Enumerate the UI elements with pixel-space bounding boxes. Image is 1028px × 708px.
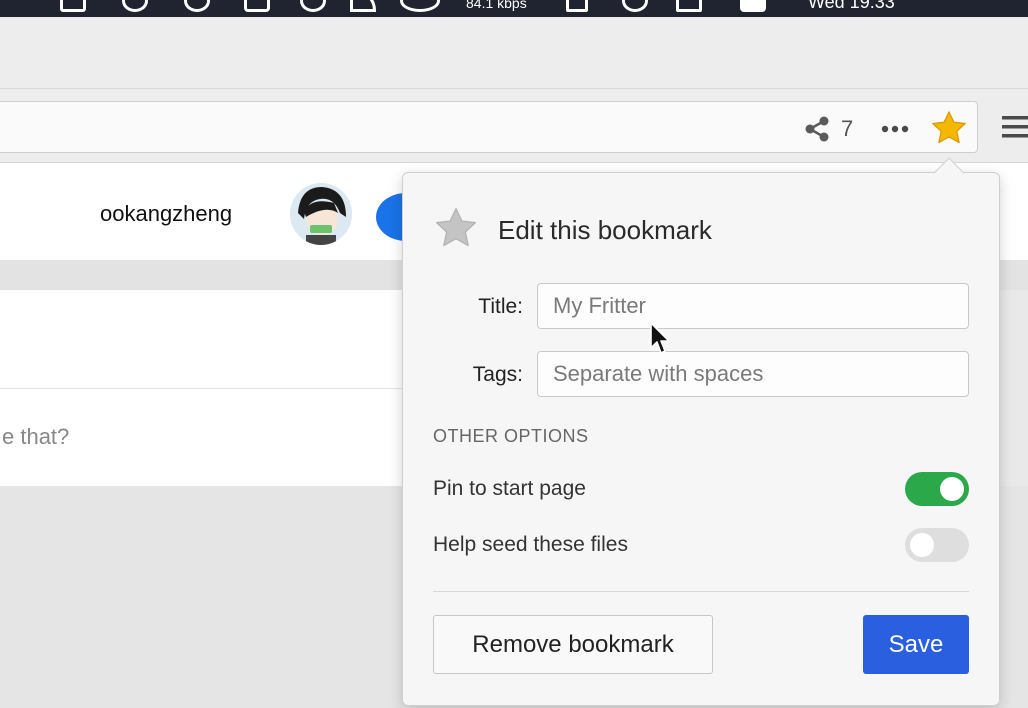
hamburger-menu-icon[interactable] [1002, 113, 1028, 141]
title-input[interactable] [537, 283, 969, 329]
share-count[interactable]: 7 [841, 116, 853, 142]
browser-toolbar: 7 [0, 89, 1028, 163]
popup-title: Edit this bookmark [498, 215, 712, 245]
title-label: Title: [478, 295, 523, 318]
share-icon[interactable] [803, 115, 831, 143]
tags-label: Tags: [472, 363, 523, 386]
browser-titlebar [0, 17, 1028, 89]
clock-icon[interactable] [184, 0, 210, 12]
pin-option-label: Pin to start page [433, 477, 586, 500]
cloud-icon[interactable] [122, 0, 148, 12]
address-bar[interactable] [0, 101, 978, 153]
compose-prompt[interactable]: e that? [2, 424, 69, 450]
storage-icon[interactable] [566, 0, 588, 12]
seed-option-label: Help seed these files [433, 533, 628, 556]
mouse-cursor-icon [650, 322, 670, 354]
avatar-illustration [290, 183, 352, 245]
volume-icon[interactable] [676, 0, 702, 12]
edit-bookmark-popup: Edit this bookmark Title: Tags: OTHER OP… [402, 172, 1000, 706]
toggle-knob [940, 477, 964, 501]
display-icon[interactable] [60, 0, 86, 12]
sync-icon[interactable] [300, 0, 326, 12]
infinity-icon[interactable] [400, 0, 440, 12]
wifi-icon[interactable] [622, 0, 648, 12]
seed-files-toggle[interactable] [905, 528, 969, 562]
more-dots-icon[interactable] [881, 125, 909, 133]
section-heading: OTHER OPTIONS [433, 426, 589, 446]
remove-bookmark-button[interactable]: Remove bookmark [433, 615, 713, 674]
macos-menubar: 84.1 kbps Wed 19:33 [0, 0, 1028, 17]
menubar-clock[interactable]: Wed 19:33 [808, 0, 895, 13]
pin-to-start-toggle[interactable] [905, 472, 969, 506]
tags-input[interactable] [537, 351, 969, 397]
wifi-signal-icon[interactable] [350, 0, 376, 12]
save-button[interactable]: Save [863, 615, 969, 674]
shield-icon[interactable] [244, 0, 270, 12]
avatar[interactable] [290, 183, 352, 245]
input-source-icon[interactable] [740, 0, 766, 12]
divider [433, 591, 969, 592]
username[interactable]: ookangzheng [100, 201, 232, 227]
network-speed-readout: 84.1 kbps [466, 0, 527, 11]
bookmark-star-icon[interactable] [930, 109, 968, 147]
star-icon [435, 207, 477, 247]
toggle-knob [910, 533, 934, 557]
